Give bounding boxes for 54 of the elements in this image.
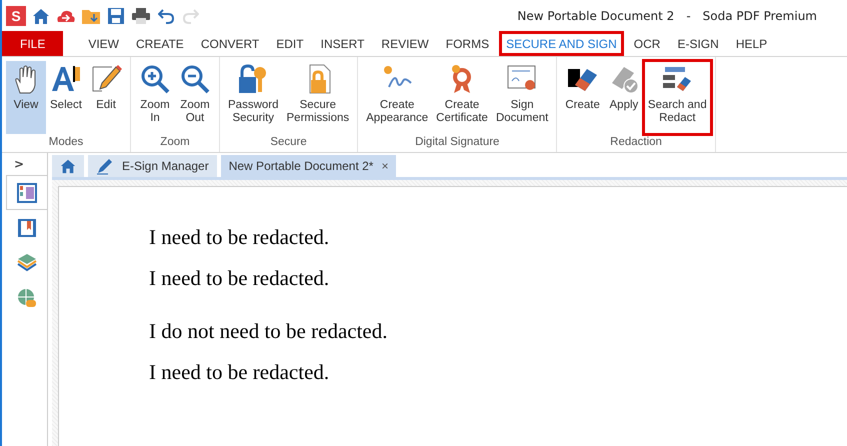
ribbon-button[interactable]: Create Appearance (362, 61, 432, 134)
ribbon-tab[interactable]: HELP (728, 31, 774, 56)
ribbon-button[interactable]: Create Certificate (432, 61, 492, 134)
ribbon-tab[interactable]: FORMS (438, 31, 496, 56)
printer-icon[interactable] (131, 6, 151, 26)
document-text: I do not need to be redacted. (149, 319, 388, 344)
home-tab[interactable] (52, 155, 84, 177)
ribbon-tab[interactable]: OCR (626, 31, 668, 56)
layers-icon (17, 252, 37, 272)
ribbon-button[interactable]: Zoom In (135, 61, 175, 134)
side-panel-tab[interactable] (6, 175, 47, 210)
group-label: Digital Signature (414, 135, 500, 150)
pen-icon (96, 157, 114, 175)
ribbon-button[interactable]: Create (561, 61, 604, 134)
zoom-out-icon (179, 63, 211, 95)
document-text: I need to be redacted. (149, 225, 330, 250)
ribbon-tab[interactable]: INSERT (314, 31, 372, 56)
document-tab[interactable]: New Portable Document 2* × (220, 155, 396, 177)
ribbon-button[interactable]: Zoom Out (175, 61, 215, 134)
document-tab[interactable]: E-Sign Manager (88, 155, 217, 177)
ribbon-tab[interactable]: REVIEW (374, 31, 436, 56)
thumbnails-icon (17, 182, 37, 202)
ribbon-tab[interactable]: CREATE (129, 31, 191, 56)
home-icon (60, 158, 76, 174)
file-menu[interactable]: FILE (2, 31, 64, 56)
ribbon-tab[interactable]: E-SIGN (670, 31, 726, 56)
ribbon-button[interactable]: Password Security (224, 61, 282, 134)
ribbon-button[interactable]: Apply (604, 61, 644, 134)
group-label: Modes (48, 135, 84, 150)
ribbon-button[interactable]: Select (46, 61, 86, 134)
group-label: Secure (269, 135, 308, 150)
document-text: I need to be redacted. (149, 266, 330, 291)
panel-toggle[interactable]: > (2, 153, 47, 175)
bookmark-icon (17, 218, 37, 238)
title-separator: - (686, 8, 691, 22)
ribbon-button[interactable]: Edit (86, 61, 126, 134)
ribbon-tab[interactable]: CONVERT (194, 31, 266, 56)
close-icon[interactable]: × (381, 159, 388, 173)
ribbon-tab[interactable]: SECURE AND SIGN (499, 31, 624, 56)
group-label: Zoom (159, 135, 191, 150)
ribbon-button[interactable]: View (6, 61, 46, 134)
document-title: New Portable Document 2 (517, 8, 674, 22)
document-text: I need to be redacted. (149, 360, 330, 385)
app-logo: S (6, 6, 26, 26)
ribbon-button[interactable]: Sign Document (492, 61, 552, 134)
app-title: Soda PDF Premium (702, 8, 817, 22)
group-label: Redaction (609, 135, 663, 150)
ribbon-button[interactable]: Secure Permissions (282, 61, 354, 134)
ribbon-button[interactable]: Search and Redact (644, 61, 711, 134)
globe-link-icon (17, 288, 37, 308)
ribbon-tab[interactable]: VIEW (81, 31, 126, 56)
ribbon-tab[interactable]: EDIT (269, 31, 311, 56)
zoom-in-icon (139, 63, 171, 95)
save-icon[interactable] (106, 6, 126, 26)
